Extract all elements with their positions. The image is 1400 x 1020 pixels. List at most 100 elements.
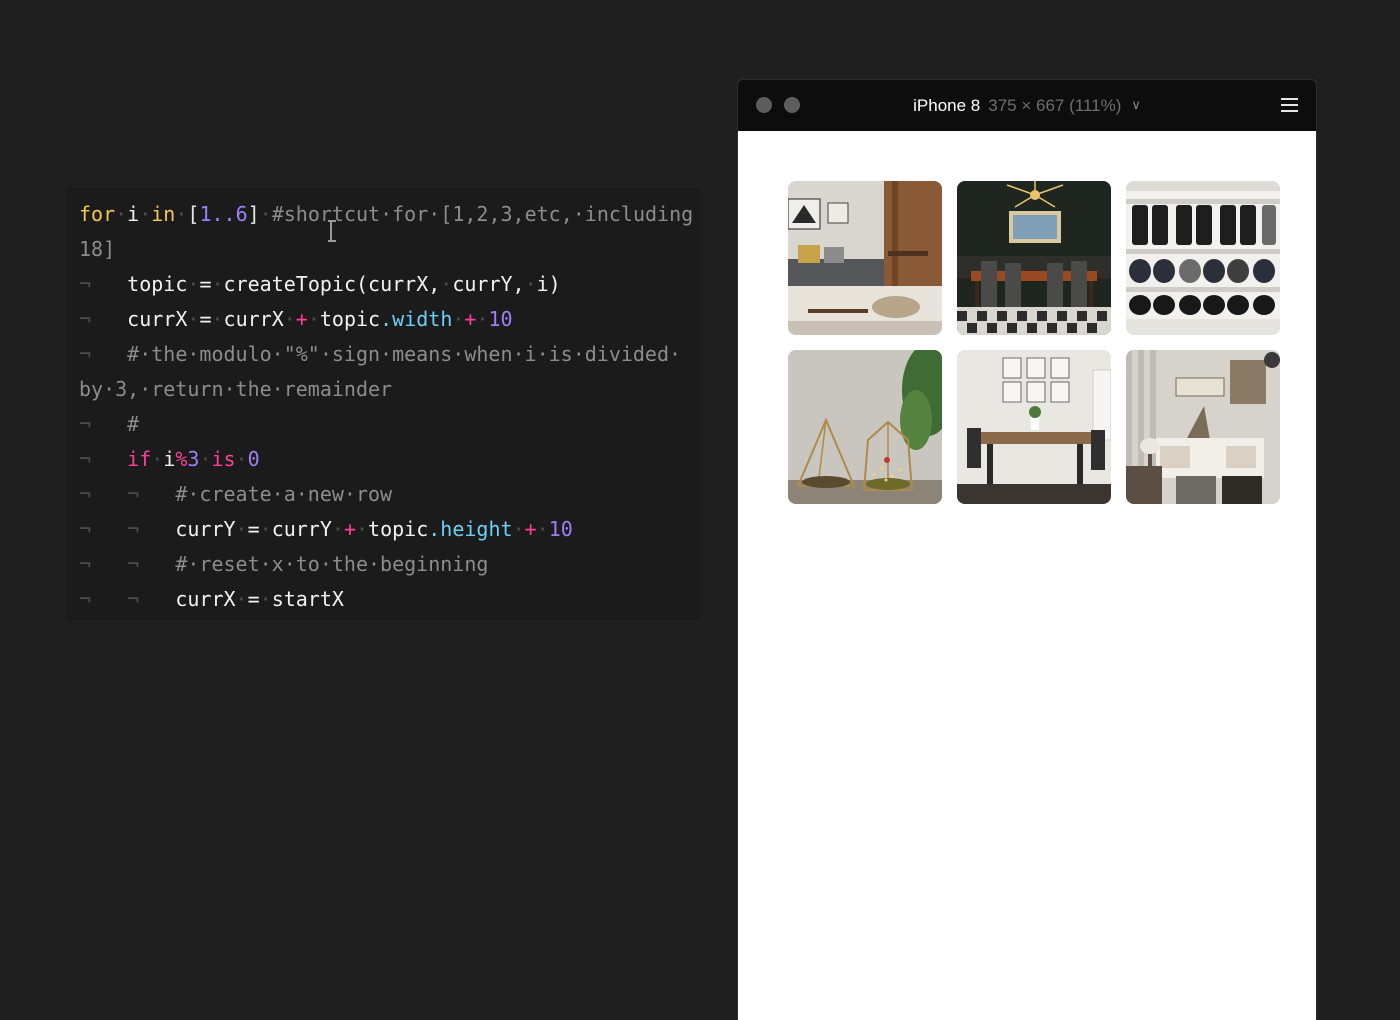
code-token: +: [295, 307, 308, 331]
code-line[interactable]: 18]: [79, 232, 693, 267]
code-token: if: [127, 447, 152, 471]
code-line[interactable]: ¬ ¬ currX·=·startX: [79, 582, 693, 617]
code-token: 3: [187, 447, 200, 471]
code-line[interactable]: ¬ if·i%3·is·0: [79, 442, 693, 477]
code-token: +: [524, 517, 537, 541]
photo-glass-terrariums: [788, 350, 942, 504]
code-token: ·: [235, 587, 248, 611]
photo-dining-room-dark: [957, 181, 1111, 335]
code-token: 10: [488, 307, 513, 331]
code-token: i: [163, 447, 176, 471]
photo-living-room: [788, 181, 942, 335]
code-token: i: [127, 202, 140, 226]
code-token: currX: [223, 307, 284, 331]
code-line[interactable]: ¬ ¬ #·create·a·new·row: [79, 477, 693, 512]
code-token: %: [175, 447, 188, 471]
code-token: ·: [139, 202, 152, 226]
code-token: is: [211, 447, 236, 471]
hamburger-menu-icon[interactable]: [1281, 98, 1298, 112]
code-line[interactable]: for·i·in·[1..6]·#shortcut·for·[1,2,3,etc…: [79, 197, 693, 232]
photo-tile[interactable]: [788, 181, 942, 335]
device-title-bar: iPhone 8 375 × 667 (111%) ∨: [738, 80, 1316, 131]
device-selector[interactable]: iPhone 8 375 × 667 (111%) ∨: [738, 95, 1316, 118]
code-token: 18]: [79, 237, 116, 261]
code-token: ·: [259, 202, 272, 226]
device-preview: iPhone 8 375 × 667 (111%) ∨: [738, 80, 1316, 1020]
code-token: ¬: [79, 412, 128, 436]
code-token: ¬: [79, 307, 128, 331]
code-line[interactable]: ¬ #·the·modulo·"%"·sign·means·when·i·is·…: [79, 337, 693, 372]
photo-tile[interactable]: [1126, 181, 1280, 335]
code-token: ¬ ¬: [79, 517, 176, 541]
code-token: ¬: [79, 447, 128, 471]
code-token: ¬ ¬: [79, 587, 176, 611]
code-token: i): [536, 272, 561, 296]
text-cursor-icon: [328, 220, 338, 242]
photo-rustic-entryway: [1126, 350, 1280, 504]
code-editor[interactable]: for·i·in·[1..6]·#shortcut·for·[1,2,3,etc…: [66, 188, 700, 620]
code-token: ·: [235, 447, 248, 471]
code-token: ·: [211, 307, 224, 331]
code-token: ·: [211, 272, 224, 296]
code-line[interactable]: by·3,·return·the·remainder: [79, 372, 693, 407]
code-line[interactable]: ¬ currX·=·currX·+·topic.width·+·10: [79, 302, 693, 337]
code-token: ·: [476, 307, 489, 331]
code-token: ·: [259, 587, 272, 611]
code-token: ·: [307, 307, 320, 331]
code-token: +: [464, 307, 477, 331]
code-token: 10: [548, 517, 573, 541]
code-lines[interactable]: for·i·in·[1..6]·#shortcut·for·[1,2,3,etc…: [79, 197, 693, 617]
code-line[interactable]: ¬ ¬ currY·=·currY·+·topic.height·+·10: [79, 512, 693, 547]
code-token: ¬ ¬: [79, 552, 176, 576]
chevron-down-icon[interactable]: ∨: [1131, 94, 1141, 116]
code-token: ·: [235, 517, 248, 541]
code-token: +: [343, 517, 356, 541]
code-token: ·: [115, 202, 128, 226]
code-line[interactable]: ¬ #: [79, 407, 693, 442]
photo-shoe-shelves: [1126, 181, 1280, 335]
photo-tile[interactable]: [957, 350, 1111, 504]
code-token: startX: [271, 587, 344, 611]
code-token: ·: [187, 307, 200, 331]
code-token: topic: [368, 517, 429, 541]
photo-tile[interactable]: [1126, 350, 1280, 504]
code-token: topic: [319, 307, 381, 331]
code-token: ]: [247, 202, 260, 226]
code-token: =: [247, 587, 260, 611]
code-token: ·: [175, 202, 188, 226]
code-token: .height: [428, 517, 513, 541]
code-line[interactable]: ¬ ¬ #·reset·x·to·the·beginning: [79, 547, 693, 582]
code-token: ¬: [79, 342, 128, 366]
code-token: currY: [175, 517, 236, 541]
photo-tile[interactable]: [788, 350, 942, 504]
code-token: =: [199, 272, 212, 296]
code-token: ·: [283, 307, 296, 331]
code-line[interactable]: ¬ topic·=·createTopic(currX,·currY,·i): [79, 267, 693, 302]
photo-farmhouse-dining-table: [957, 350, 1111, 504]
code-token: currY,: [452, 272, 525, 296]
code-token: createTopic(currX,: [223, 272, 441, 296]
code-token: currX: [175, 587, 236, 611]
code-token: currY: [271, 517, 332, 541]
code-token: #·create·a·new·row: [175, 482, 393, 506]
code-token: for: [79, 202, 116, 226]
code-token: #·reset·x·to·the·beginning: [175, 552, 489, 576]
code-token: ·: [151, 447, 164, 471]
code-token: =: [199, 307, 212, 331]
code-token: =: [247, 517, 260, 541]
code-token: ¬ ¬: [79, 482, 176, 506]
photo-tile[interactable]: [957, 181, 1111, 335]
code-token: currX: [127, 307, 188, 331]
code-token: #: [127, 412, 140, 436]
code-token: 1..6: [199, 202, 248, 226]
code-token: ¬: [79, 272, 128, 296]
device-name: iPhone 8: [913, 96, 981, 115]
code-token: ·: [452, 307, 465, 331]
code-token: ·: [524, 272, 537, 296]
code-token: ·: [440, 272, 453, 296]
code-token: ·: [356, 517, 369, 541]
code-token: ·: [259, 517, 272, 541]
device-dimensions: 375 × 667 (111%): [988, 96, 1122, 115]
code-token: ·: [199, 447, 212, 471]
code-token: topic: [127, 272, 188, 296]
